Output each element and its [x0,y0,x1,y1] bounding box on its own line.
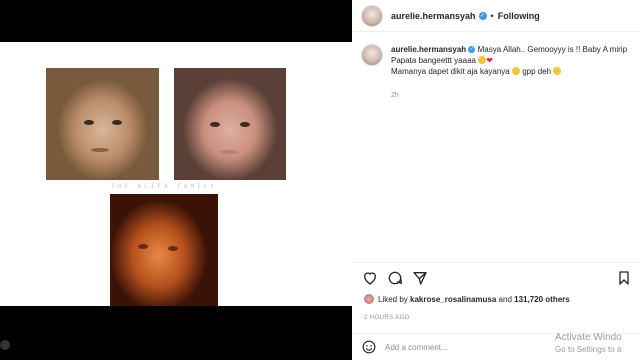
baby-photo-2 [174,68,286,180]
avatar[interactable] [361,4,383,27]
eye [240,122,250,127]
emoji-icon [478,56,487,64]
caption-avatar[interactable] [361,44,383,66]
follow-button[interactable]: Following [498,11,540,21]
windows-activation-watermark: Activate Windo Go to Settings to a [555,332,622,356]
eye [84,120,94,125]
comment-input[interactable] [385,342,535,352]
carousel-dot [0,340,10,350]
emoji-icon[interactable] [362,340,376,354]
caption: aurelie.hermansyah ✓ Masya Allah.. Gemoo… [361,44,631,101]
heart-icon[interactable] [362,270,378,286]
post-header: aurelie.hermansyah ✓ • Following [352,0,640,32]
verified-icon: ✓ [468,46,476,54]
family-caption: THE ALIFA FAMILY [111,183,217,190]
separator: • [490,10,494,21]
action-bar [352,262,640,290]
eye [138,244,148,249]
header-username[interactable]: aurelie.hermansyah [391,11,476,21]
caption-line2: Mamanya dapet dikit aja kayanya [391,67,510,76]
eye [168,246,178,251]
ultrasound-photo [110,194,218,306]
likes-count[interactable]: 131,720 others [514,295,570,304]
eye [112,120,122,125]
comment-icon[interactable] [387,270,403,286]
likes-summary: Liked by kakrose_rosalinamusa and 131,72… [364,294,570,304]
mouth [91,148,109,152]
post-panel: aurelie.hermansyah ✓ • Following aurelie… [352,0,640,360]
verified-icon: ✓ [478,11,487,20]
likes-prefix: Liked by [378,294,408,304]
caption-username[interactable]: aurelie.hermansyah [391,45,466,54]
likes-connector: and [498,294,512,304]
watermark-line1: Activate Windo [555,332,622,343]
baby-photo-1 [46,68,159,180]
share-icon[interactable] [412,270,428,286]
emoji-icon [553,67,562,75]
mouth [220,150,238,154]
caption-line2-end: gpp deh [522,67,552,76]
watermark-line2: Go to Settings to a [555,345,622,354]
eye [210,122,220,127]
post-media[interactable]: THE ALIFA FAMILY [0,42,352,306]
liker-username[interactable]: kakrose_rosalinamusa [410,295,496,304]
caption-time: 2h [391,92,399,99]
post-date: 2 HOURS AGO [364,315,410,321]
bookmark-icon[interactable] [616,270,632,286]
emoji-icon [511,67,520,75]
liker-avatar[interactable] [364,294,374,304]
heart-emoji-icon: ❤ [486,56,493,65]
